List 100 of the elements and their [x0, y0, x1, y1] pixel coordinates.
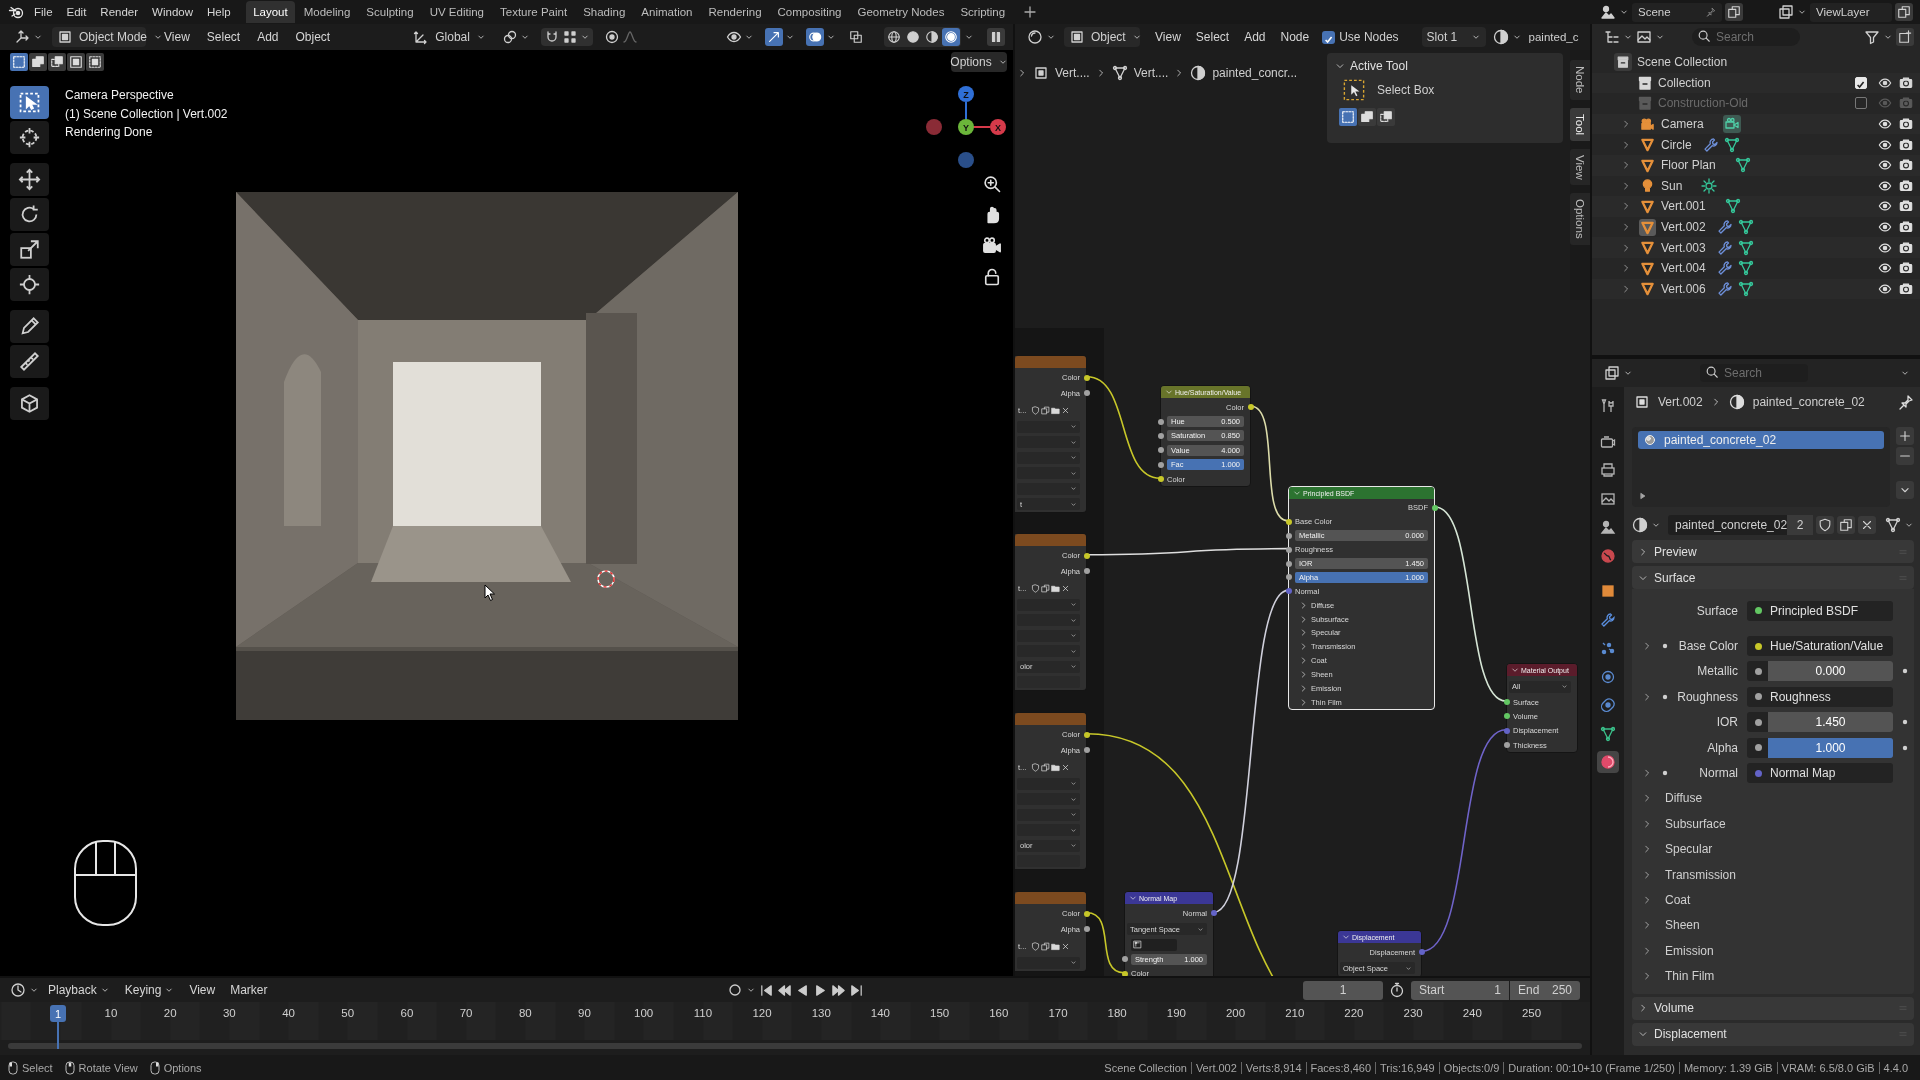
- chevron-icon[interactable]: [1642, 869, 1652, 880]
- caret-icon[interactable]: [745, 985, 756, 995]
- caret-icon[interactable]: [1619, 7, 1629, 17]
- previous-key-icon[interactable]: [776, 982, 792, 998]
- axis-handle[interactable]: Z: [958, 86, 974, 102]
- triangle-icon[interactable]: [1639, 218, 1656, 236]
- copy-icon[interactable]: [1041, 762, 1051, 772]
- caret-icon[interactable]: [1651, 520, 1661, 530]
- workspace-tab[interactable]: Compositing: [770, 1, 849, 23]
- subpanel-label[interactable]: Coat: [1659, 893, 1893, 907]
- chevron-icon[interactable]: [1621, 180, 1631, 191]
- menu-item[interactable]: Edit: [59, 2, 94, 22]
- menu-item[interactable]: Node: [1274, 27, 1316, 47]
- caret-icon[interactable]: [785, 32, 795, 42]
- panel-title[interactable]: Active Tool: [1350, 59, 1408, 73]
- render-camera-icon[interactable]: [1899, 261, 1913, 276]
- eye-icon[interactable]: [1878, 240, 1892, 255]
- node-dropdown[interactable]: [1017, 467, 1080, 480]
- render-camera-icon[interactable]: [1899, 240, 1913, 255]
- chevron-icon[interactable]: [1621, 139, 1631, 150]
- menu-item[interactable]: View: [1149, 27, 1187, 47]
- keyframe-dot-icon[interactable]: [1902, 744, 1908, 751]
- tree-item[interactable]: Vert.006: [1661, 281, 1706, 296]
- subpanel-label[interactable]: Sheen: [1659, 918, 1893, 933]
- menu-item[interactable]: View: [183, 980, 222, 1000]
- caret-icon[interactable]: [826, 32, 836, 42]
- logo-icon[interactable]: [8, 4, 24, 20]
- close-icon[interactable]: [1061, 762, 1071, 772]
- wrench-icon[interactable]: [1702, 136, 1719, 153]
- close-icon[interactable]: [1061, 405, 1071, 415]
- tree-item[interactable]: Floor Plan: [1661, 158, 1716, 173]
- caret-icon[interactable]: [29, 985, 39, 995]
- chevron-icon[interactable]: [1299, 656, 1308, 666]
- subpanel-label[interactable]: Diffuse: [1659, 791, 1893, 806]
- caret-icon[interactable]: [33, 32, 43, 42]
- pivot-icon[interactable]: [501, 29, 518, 45]
- sun-icon[interactable]: [1701, 177, 1718, 194]
- node-dropdown[interactable]: [1017, 614, 1080, 627]
- menu-item[interactable]: Add: [250, 27, 286, 47]
- panel-header[interactable]: Volume: [1632, 996, 1914, 1020]
- node-field[interactable]: [1017, 676, 1080, 689]
- proportional-icon[interactable]: [603, 29, 620, 45]
- tree-item[interactable]: Camera: [1661, 117, 1704, 132]
- socket-icon[interactable]: [1121, 956, 1128, 963]
- search-field[interactable]: Search: [1700, 364, 1808, 382]
- material-slot[interactable]: painted_concrete_02: [1638, 431, 1884, 449]
- node-field[interactable]: [1017, 855, 1080, 868]
- workspace-tab[interactable]: UV Editing: [422, 1, 492, 23]
- select-mode-icon[interactable]: [48, 53, 66, 71]
- chevron-icon[interactable]: [1642, 844, 1652, 855]
- chevron-down-icon[interactable]: [1335, 61, 1345, 71]
- caret-icon[interactable]: [1655, 32, 1665, 42]
- copy-icon[interactable]: [1041, 583, 1051, 593]
- move-icon[interactable]: [10, 163, 49, 196]
- select-mode-icon[interactable]: [86, 53, 104, 71]
- material-name-field[interactable]: painted_concrete_02: [1668, 515, 1787, 535]
- clock-icon[interactable]: [10, 982, 26, 998]
- socket-icon[interactable]: [1247, 404, 1254, 411]
- caret-icon[interactable]: [1623, 32, 1633, 42]
- wireframe-icon[interactable]: [885, 28, 903, 46]
- select-mode-icon[interactable]: [1377, 108, 1395, 126]
- cube-icon[interactable]: [10, 387, 49, 420]
- orientation-dropdown[interactable]: Global: [408, 27, 491, 47]
- zoom-icon[interactable]: [982, 174, 1002, 194]
- user-count[interactable]: 2: [1787, 515, 1813, 535]
- socket-icon[interactable]: [1285, 532, 1292, 539]
- render-camera-icon[interactable]: [1899, 281, 1913, 296]
- wrench-icon[interactable]: [1716, 280, 1733, 297]
- caret-icon[interactable]: [744, 32, 754, 42]
- keyframe-dot-icon[interactable]: [1902, 719, 1908, 726]
- copy-icon[interactable]: [1041, 941, 1051, 951]
- chevron-icon[interactable]: [1621, 119, 1631, 130]
- cursor-icon[interactable]: [10, 121, 49, 154]
- uv-map-field[interactable]: [1131, 938, 1177, 951]
- jump-start-icon[interactable]: [758, 982, 774, 998]
- render-camera-icon[interactable]: [1899, 199, 1913, 214]
- socket-icon[interactable]: [1285, 560, 1292, 567]
- eye-icon[interactable]: [1878, 75, 1892, 90]
- rendered-sphere-icon[interactable]: [942, 28, 960, 46]
- workspace-tab[interactable]: Scripting: [952, 1, 1013, 23]
- tree-item[interactable]: Sun: [1661, 178, 1683, 193]
- panel-header[interactable]: Preview: [1632, 540, 1914, 563]
- current-frame-field[interactable]: 1: [1303, 980, 1383, 1000]
- socket-icon[interactable]: [1121, 970, 1128, 976]
- chevron-icon[interactable]: [1621, 283, 1631, 294]
- render-camera-icon[interactable]: [1899, 137, 1913, 152]
- sidebar-tab[interactable]: View: [1570, 148, 1590, 186]
- collection-checkbox[interactable]: [1855, 97, 1867, 110]
- menu-item[interactable]: Playback: [42, 980, 116, 1000]
- filter-icon[interactable]: [1864, 29, 1880, 45]
- next-key-icon[interactable]: [830, 982, 846, 998]
- chevron-icon[interactable]: [1621, 242, 1631, 253]
- view-layer-field[interactable]: ViewLayer: [1810, 2, 1892, 22]
- socket-icon[interactable]: [1083, 568, 1090, 575]
- link-field[interactable]: Roughness: [1747, 686, 1893, 707]
- menu-item[interactable]: Keying: [118, 980, 181, 1000]
- menu-item[interactable]: Select: [199, 27, 248, 47]
- socket-icon[interactable]: [1755, 744, 1762, 752]
- node-dropdown[interactable]: [1017, 824, 1080, 837]
- chevron-icon[interactable]: [1642, 691, 1652, 702]
